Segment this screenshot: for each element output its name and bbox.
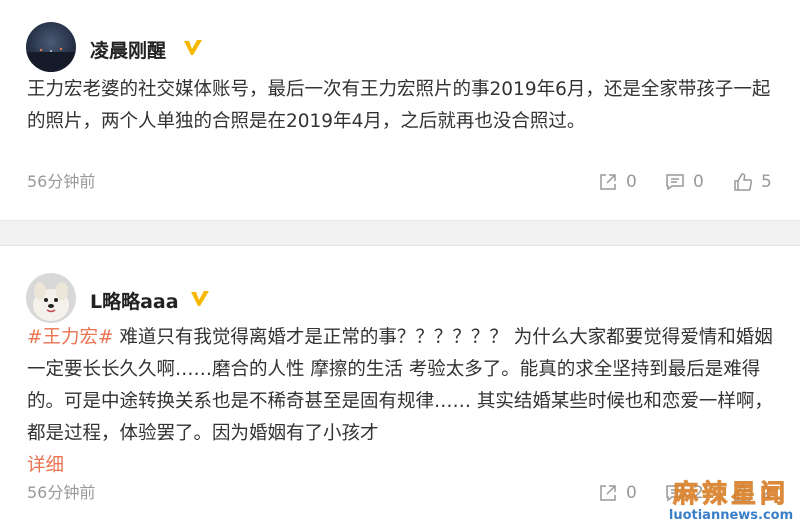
username[interactable]: 凌晨刚醒 <box>90 36 166 63</box>
share-icon <box>600 174 616 190</box>
share-icon <box>600 485 616 501</box>
like-icon <box>734 173 753 191</box>
share-button[interactable]: 0 <box>598 172 637 192</box>
avatar[interactable] <box>26 22 76 72</box>
topic-link[interactable]: #王力宏# <box>27 327 114 348</box>
like-button[interactable]: 5 <box>733 172 772 192</box>
post-text: 王力宏老婆的社交媒体账号，最后一次有王力宏照片的事2019年6月，还是全家带孩子… <box>27 79 771 132</box>
post-time: 56分钟前 <box>27 172 96 191</box>
username[interactable]: L略略aaa <box>90 287 179 314</box>
watermark-logo: 麻辣星闻 luotiannews.com <box>666 479 796 530</box>
avatar[interactable] <box>26 273 76 323</box>
comment-count: 0 <box>693 172 704 192</box>
like-count: 5 <box>761 172 772 192</box>
post-text-content: 难道只有我觉得离婚才是正常的事？？？？？？ 为什么大家都要觉得爱情和婚姻一定要长… <box>27 327 773 444</box>
post-text: #王力宏# 难道只有我觉得离婚才是正常的事？？？？？？ 为什么大家都要觉得爱情和… <box>27 322 777 482</box>
post-time: 56分钟前 <box>27 483 96 502</box>
verified-badge-icon <box>184 40 202 55</box>
share-button[interactable]: 0 <box>598 483 637 503</box>
post-card: 凌晨刚醒 王力宏老婆的社交媒体账号，最后一次有王力宏照片的事2019年6月，还是… <box>0 0 800 221</box>
share-count: 0 <box>626 172 637 192</box>
watermark-url: luotiannews.com <box>668 508 794 523</box>
comment-icon <box>666 174 684 191</box>
verified-badge-icon <box>191 291 209 306</box>
share-count: 0 <box>626 483 637 503</box>
more-link[interactable]: 详细 <box>27 450 777 482</box>
watermark-text: 麻辣星闻 <box>672 479 789 508</box>
comment-button[interactable]: 0 <box>665 172 704 192</box>
